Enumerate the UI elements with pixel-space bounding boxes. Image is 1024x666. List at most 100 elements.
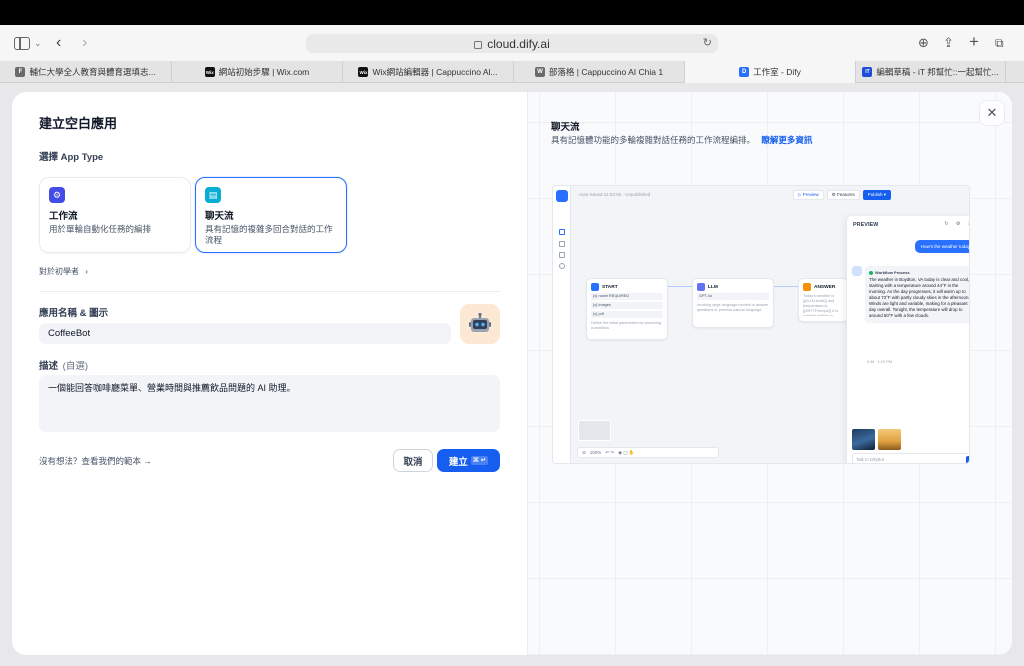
sidebar-toggle-icon[interactable] bbox=[14, 37, 30, 50]
edge bbox=[774, 286, 798, 287]
beginner-link-label: 對於初學者 bbox=[39, 267, 79, 276]
templates-link[interactable]: 沒有想法？查看我們的範本 → bbox=[39, 455, 152, 467]
shortcut-hint: ⌘ ↵ bbox=[470, 456, 489, 465]
mock-answer-node: ANSWER Today's weather is {{#LLM.text#}}… bbox=[798, 278, 848, 322]
tab-1[interactable]: F 輔仁大學全人教育與體育選填志... bbox=[0, 61, 172, 83]
create-button[interactable]: 建立 ⌘ ↵ bbox=[437, 449, 500, 472]
address-bar[interactable]: cloud.dify.ai ↻ bbox=[306, 34, 718, 53]
chat-placeholder: Talk to DifyBot bbox=[856, 456, 885, 462]
mock-status: Auto-Saved 21:52:55 · Unpublished bbox=[579, 192, 651, 197]
workflow-process-label: Workflow Process bbox=[875, 270, 910, 275]
tab-label: 部落格 | Cappuccino AI Chia 1 bbox=[548, 67, 664, 77]
reload-icon[interactable]: ↻ bbox=[703, 36, 712, 49]
chevron-down-icon[interactable]: ⌄ bbox=[34, 33, 42, 53]
description-textarea[interactable]: 一個能回答咖啡廳菜單、營業時間與推薦飲品問題的 AI 助理。 bbox=[39, 375, 500, 432]
mock-llm-node: LLM GPT-4o Invoking large language model… bbox=[692, 278, 774, 328]
node-title: ANSWER bbox=[814, 284, 836, 290]
mock-zoom-toolbar: ⊖ 100% ↶ ↷ ◉ ▢ ✋ bbox=[577, 447, 719, 458]
answer-icon bbox=[803, 283, 811, 291]
image-attachments bbox=[852, 429, 901, 450]
workflow-icon: ⚙ bbox=[49, 187, 65, 203]
favicon: Wix bbox=[204, 67, 215, 77]
preview-title: 聊天流 bbox=[551, 122, 580, 133]
forward-icon[interactable]: › bbox=[82, 33, 87, 53]
mock-sidebar bbox=[553, 186, 571, 463]
mock-bot-message: Workflow Process The weather in Boydton,… bbox=[865, 266, 970, 323]
mock-nav-icon bbox=[559, 229, 565, 235]
chevron-right-icon: › bbox=[85, 267, 88, 276]
lock-icon bbox=[474, 40, 483, 49]
close-icon[interactable]: ✕ bbox=[979, 100, 1005, 126]
app-name-input[interactable]: CoffeeBot bbox=[39, 323, 451, 344]
create-form: 建立空白應用 選擇 App Type ⚙ 工作流 用於單輪自動化任務的編排 ▤ … bbox=[12, 92, 527, 655]
mock-chat-input: Talk to DifyBot bbox=[852, 453, 969, 463]
node-title: START bbox=[602, 284, 618, 290]
image-thumbnail bbox=[878, 429, 901, 450]
undo-icon: ↶ ↷ bbox=[605, 449, 615, 455]
mock-nav-icon bbox=[559, 263, 565, 269]
mock-preview-button: ▷ Preview bbox=[793, 189, 824, 200]
tab-6[interactable]: iT 編輯草稿 - iT 邦幫忙::一起幫忙... bbox=[856, 61, 1006, 83]
card-desc: 用於單輪自動化任務的編排 bbox=[49, 224, 152, 234]
create-app-modal: 建立空白應用 選擇 App Type ⚙ 工作流 用於單輪自動化任務的編排 ▤ … bbox=[12, 92, 1012, 655]
download-icon[interactable]: ⊕ bbox=[918, 33, 929, 53]
page-background: 建立空白應用 選擇 App Type ⚙ 工作流 用於單輪自動化任務的編排 ▤ … bbox=[0, 83, 1024, 666]
desc-label-text: 描述 bbox=[39, 361, 59, 372]
tab-2[interactable]: Wix 網站初始步驟 | Wix.com bbox=[172, 61, 343, 83]
workflow-preview-image: Auto-Saved 21:52:55 · Unpublished ▷ Prev… bbox=[552, 185, 970, 464]
tab-5[interactable]: D 工作室 - Dify bbox=[685, 61, 856, 83]
url-text: cloud.dify.ai bbox=[487, 36, 550, 51]
top-bar bbox=[0, 0, 1024, 25]
tab-label: 工作室 - Dify bbox=[753, 67, 801, 77]
learn-more-link[interactable]: 瞭解更多資訊 bbox=[761, 135, 812, 145]
check-icon bbox=[869, 270, 873, 275]
name-label: 應用名稱 & 圖示 bbox=[39, 308, 109, 319]
mock-user-message: How's the weather today bbox=[914, 240, 969, 253]
tab-4[interactable]: W 部落格 | Cappuccino AI Chia 1 bbox=[514, 61, 685, 83]
preview-panel: ✕ 聊天流 具有記憶體功能的多輪複雜對話任務的工作流程編排。 瞭解更多資訊 Au… bbox=[527, 92, 1012, 655]
card-name: 聊天流 bbox=[205, 211, 234, 222]
mock-preview-icons: ↻ ⚙ ✕ bbox=[944, 221, 969, 227]
share-icon[interactable]: ⇪ bbox=[943, 33, 954, 53]
app-icon-picker[interactable] bbox=[460, 304, 500, 344]
modal-title: 建立空白應用 bbox=[39, 116, 118, 131]
bot-avatar bbox=[852, 266, 862, 276]
node-desc: Invoking large language models to answer… bbox=[697, 303, 769, 312]
favicon: W bbox=[534, 67, 545, 77]
card-workflow[interactable]: ⚙ 工作流 用於單輪自動化任務的編排 bbox=[39, 177, 191, 253]
tools-icon: ◉ ▢ ✋ bbox=[618, 449, 635, 455]
tab-label: 網站初始步驟 | Wix.com bbox=[218, 67, 310, 77]
desc-optional: (自選) bbox=[62, 361, 88, 372]
divider bbox=[39, 291, 500, 292]
card-chatflow[interactable]: ▤ 聊天流 具有記憶的複雜多回合對話的工作流程 bbox=[195, 177, 347, 253]
mock-publish-button: Publish ▾ bbox=[862, 189, 892, 200]
mock-nav-icon bbox=[559, 252, 565, 258]
mock-nav-icon bbox=[559, 241, 565, 247]
favicon: D bbox=[739, 67, 750, 77]
tab-overview-icon[interactable]: ⧉ bbox=[995, 33, 1004, 53]
start-icon bbox=[591, 283, 599, 291]
mock-toolbar: ▷ Preview ⚙ Features Publish ▾ bbox=[793, 189, 892, 200]
back-icon[interactable]: ‹ bbox=[56, 33, 61, 53]
beginner-link[interactable]: 對於初學者 › bbox=[39, 266, 88, 277]
bot-text: The weather in Boydton, VA today is clea… bbox=[869, 277, 970, 318]
create-label: 建立 bbox=[448, 456, 468, 468]
preview-desc: 具有記憶體功能的多輪複雜對話任務的工作流程編排。 瞭解更多資訊 bbox=[551, 134, 812, 146]
edge bbox=[668, 286, 692, 287]
card-name: 工作流 bbox=[49, 211, 78, 222]
desc-label: 描述 (自選) bbox=[39, 358, 88, 372]
tab-3[interactable]: Wix Wix網站編輯器 | Cappuccino Al... bbox=[343, 61, 514, 83]
app-logo-icon bbox=[556, 190, 568, 202]
new-tab-icon[interactable]: + bbox=[969, 32, 979, 52]
tab-strip: F 輔仁大學全人教育與體育選填志... Wix 網站初始步驟 | Wix.com… bbox=[0, 61, 1024, 83]
mock-start-node: START {x} name REQUIRED {x} images {x} p… bbox=[586, 278, 668, 340]
llm-icon bbox=[697, 283, 705, 291]
node-desc: Define the initial parameters for launch… bbox=[591, 321, 662, 330]
cancel-button[interactable]: 取消 bbox=[393, 449, 433, 472]
mock-minimap bbox=[578, 420, 611, 441]
favicon: F bbox=[15, 67, 26, 77]
favicon: Wix bbox=[358, 67, 369, 77]
mock-preview-title: PREVIEW bbox=[853, 222, 879, 228]
tab-label: 輔仁大學全人教育與體育選填志... bbox=[29, 67, 156, 77]
image-thumbnail bbox=[852, 429, 875, 450]
